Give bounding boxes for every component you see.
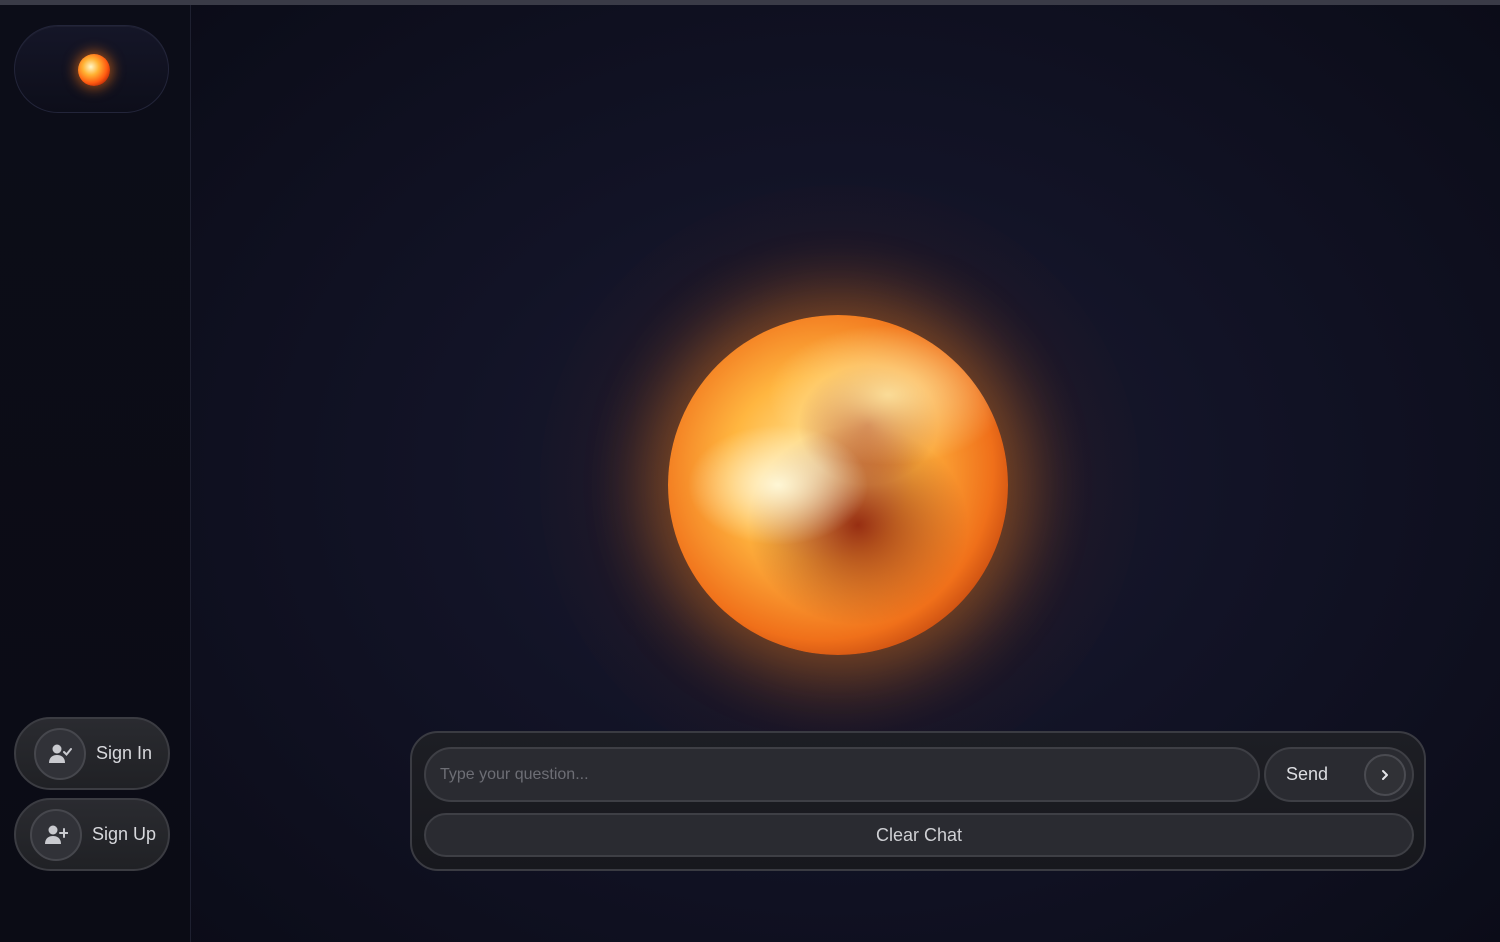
chevron-right-icon <box>1364 754 1406 796</box>
chat-panel: Send Clear Chat <box>410 731 1426 871</box>
sidebar: Sign In Sign Up <box>0 5 191 942</box>
user-check-icon <box>34 727 86 780</box>
question-input[interactable] <box>424 747 1260 802</box>
logo-button[interactable] <box>14 25 169 113</box>
sign-up-label: Sign Up <box>92 824 157 844</box>
send-label: Send <box>1286 764 1329 784</box>
fire-orb-logo-icon <box>78 54 110 86</box>
sign-up-button[interactable]: Sign Up <box>14 798 170 871</box>
app-window: Sign In Sign Up Send Clear Chat <box>0 0 1500 942</box>
send-button[interactable]: Send <box>1264 747 1414 802</box>
sign-in-button[interactable]: Sign In <box>14 717 170 790</box>
user-plus-icon <box>30 808 82 861</box>
clear-chat-button[interactable]: Clear Chat <box>424 813 1414 857</box>
sign-in-label: Sign In <box>96 743 153 763</box>
fire-sphere-visual <box>668 315 1008 655</box>
